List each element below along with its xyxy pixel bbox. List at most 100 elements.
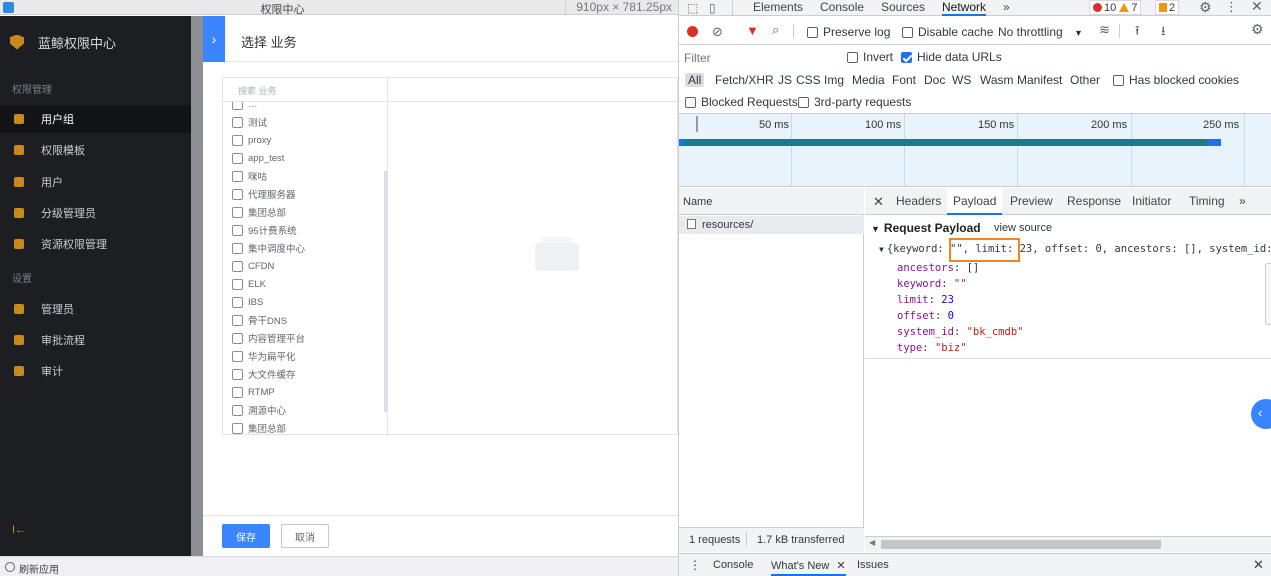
sidebar-item-admins[interactable]: 管理员	[0, 295, 191, 323]
request-row[interactable]: resources/	[679, 216, 864, 234]
sidebar-item-users[interactable]: 用户	[0, 168, 191, 196]
option-item[interactable]: 95计费系统	[232, 223, 297, 237]
payload-summary[interactable]: ▼ {keyword: "", limit: 23, offset: 0, anc…	[879, 243, 1271, 255]
has-blocked-cookies-checkbox[interactable]: Has blocked cookies	[1113, 73, 1239, 87]
sidebar-item-grade-admins[interactable]: 分级管理员	[0, 199, 191, 227]
sidebar-item-resource-perm[interactable]: 资源权限管理	[0, 230, 191, 258]
refresh-app-link[interactable]: 刷新应用	[19, 561, 59, 576]
payload-section-header[interactable]: ▼ Request Payload	[871, 221, 981, 235]
checkbox[interactable]	[232, 152, 243, 164]
cancel-button[interactable]: 取消	[281, 524, 329, 548]
checkbox[interactable]	[232, 386, 243, 398]
type-filter-css[interactable]: CSS	[793, 73, 824, 87]
option-item[interactable]: CFDN	[232, 259, 274, 273]
filter-icon[interactable]: ▼	[746, 23, 759, 38]
type-filter-other[interactable]: Other	[1067, 73, 1103, 87]
error-count-badge[interactable]: 10 7	[1089, 0, 1142, 15]
checkbox[interactable]	[232, 422, 243, 434]
tab-preview[interactable]: Preview	[1010, 194, 1053, 208]
tab-network[interactable]: Network	[942, 0, 987, 16]
sidebar-item-user-groups[interactable]: 用户组	[0, 105, 191, 133]
name-column-header[interactable]: Name	[679, 188, 864, 215]
payload-field-type[interactable]: type: "biz"	[897, 342, 967, 354]
drawer-menu-icon[interactable]: ⋮	[689, 558, 701, 572]
option-item[interactable]: 测试	[232, 115, 267, 129]
checkbox[interactable]	[232, 242, 243, 254]
tab-sources[interactable]: Sources	[881, 0, 925, 16]
view-source-link[interactable]: view source	[994, 222, 1052, 234]
device-toggle-icon[interactable]: ▯	[709, 1, 716, 15]
filter-input[interactable]: Filter	[684, 51, 711, 65]
option-item[interactable]: 代理服务器	[232, 187, 296, 201]
close-panel-button[interactable]: ›	[203, 16, 225, 62]
option-item[interactable]: …	[232, 102, 258, 111]
network-conditions-icon[interactable]: ≋	[1099, 22, 1110, 38]
checkbox[interactable]	[232, 260, 243, 272]
export-har-icon[interactable]: ⭳	[1161, 22, 1166, 44]
settings-gear-icon[interactable]: ⚙	[1199, 0, 1212, 16]
close-devtools-icon[interactable]: ✕	[1251, 0, 1263, 15]
drawer-tab-issues[interactable]: Issues	[857, 559, 889, 571]
blocked-requests-checkbox[interactable]: Blocked Requests	[685, 95, 798, 109]
hide-data-urls-checkbox[interactable]: Hide data URLs	[901, 50, 1002, 64]
checkbox[interactable]	[232, 404, 243, 416]
checkbox[interactable]	[232, 368, 243, 380]
search-icon[interactable]: ⌕	[772, 22, 779, 38]
more-detail-tabs-button[interactable]: »	[1239, 194, 1246, 208]
option-item[interactable]: RTMP	[232, 385, 275, 399]
drawer-tab-whats-new[interactable]: What's New ✕	[771, 559, 846, 576]
option-item[interactable]: 咪咕	[232, 169, 267, 183]
clear-icon[interactable]: ⊘	[712, 24, 723, 40]
option-item[interactable]: ELK	[232, 277, 266, 291]
search-input[interactable]: 搜索 业务	[223, 78, 388, 102]
close-icon[interactable]: ✕	[836, 560, 845, 572]
option-item[interactable]: 华为扁平化	[232, 349, 296, 363]
type-filter-img[interactable]: Img	[821, 73, 847, 87]
option-item[interactable]: 骨干DNS	[232, 313, 287, 327]
type-filter-wasm[interactable]: Wasm	[977, 73, 1017, 87]
scroll-left-icon[interactable]: ◀	[869, 538, 875, 547]
disable-cache-checkbox[interactable]: Disable cache	[902, 25, 993, 39]
payload-field-offset[interactable]: offset: 0	[897, 310, 954, 322]
option-item[interactable]: 溯源中心	[232, 403, 286, 417]
option-item[interactable]: 集中调度中心	[232, 241, 305, 255]
payload-field-limit[interactable]: limit: 23	[897, 294, 954, 306]
checkbox[interactable]	[232, 134, 243, 146]
collapse-sidebar-button[interactable]: I←	[12, 524, 26, 536]
tab-initiator[interactable]: Initiator	[1132, 194, 1171, 208]
option-item[interactable]: 集团总部	[232, 205, 286, 219]
checkbox[interactable]	[232, 170, 243, 182]
type-filter-fetch-xhr[interactable]: Fetch/XHR	[712, 73, 777, 87]
option-item[interactable]: 集团总部	[232, 421, 286, 435]
type-filter-all[interactable]: All	[685, 73, 705, 87]
option-item[interactable]: IBS	[232, 295, 263, 309]
sidebar-item-audit[interactable]: 审计	[0, 357, 191, 385]
tab-elements[interactable]: Elements	[753, 0, 803, 16]
sidebar-item-approval[interactable]: 审批流程	[0, 326, 191, 354]
payload-field-system-id[interactable]: system_id: "bk_cmdb"	[897, 326, 1023, 338]
kebab-menu-icon[interactable]: ⋮	[1225, 0, 1238, 15]
type-filter-js[interactable]: JS	[775, 73, 795, 87]
type-filter-media[interactable]: Media	[849, 73, 888, 87]
record-icon[interactable]	[687, 26, 698, 37]
checkbox[interactable]	[232, 224, 243, 236]
payload-field-ancestors[interactable]: ancestors: []	[897, 262, 979, 274]
issues-badge[interactable]: 2	[1155, 0, 1180, 15]
tab-response[interactable]: Response	[1067, 194, 1121, 208]
close-detail-icon[interactable]: ✕	[873, 194, 884, 210]
scroll-thumb[interactable]	[881, 540, 1161, 549]
preserve-log-checkbox[interactable]: Preserve log	[807, 25, 890, 39]
third-party-checkbox[interactable]: 3rd-party requests	[798, 95, 911, 109]
network-timeline[interactable]: 50 ms 100 ms 150 ms 200 ms 250 ms	[679, 113, 1271, 187]
inspect-icon[interactable]: ⬚	[687, 1, 698, 15]
type-filter-manifest[interactable]: Manifest	[1014, 73, 1065, 87]
checkbox[interactable]	[232, 332, 243, 344]
option-item[interactable]: 内容管理平台	[232, 331, 305, 345]
checkbox[interactable]	[232, 350, 243, 362]
payload-scrollbar[interactable]	[1265, 263, 1271, 325]
invert-checkbox[interactable]: Invert	[847, 50, 893, 64]
checkbox[interactable]	[232, 296, 243, 308]
type-filter-ws[interactable]: WS	[949, 73, 974, 87]
drawer-tab-console[interactable]: Console	[713, 559, 753, 571]
option-item[interactable]: proxy	[232, 133, 271, 147]
